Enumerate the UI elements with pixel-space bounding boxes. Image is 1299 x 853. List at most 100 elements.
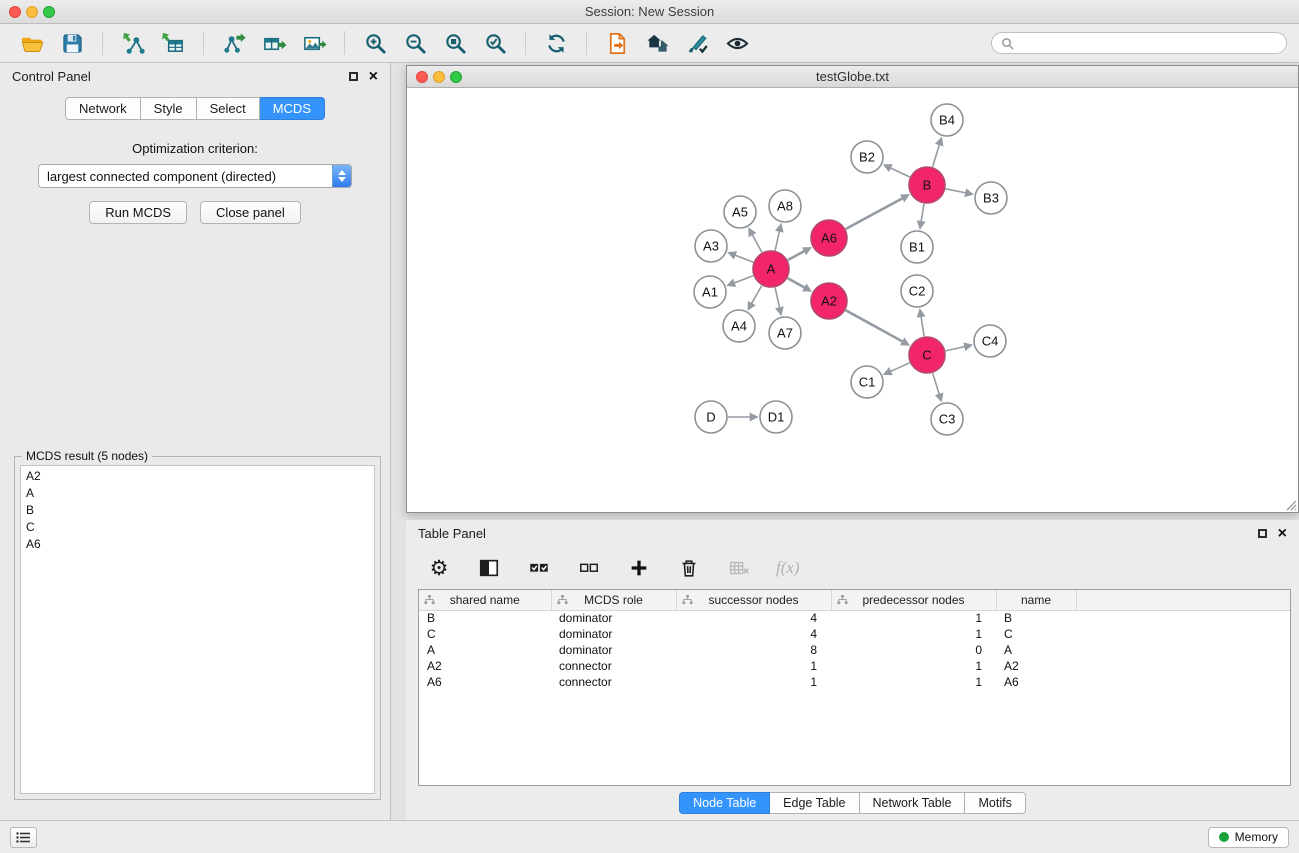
mcds-result-item[interactable]: C: [21, 519, 374, 536]
graph-edge[interactable]: [890, 363, 910, 372]
delete-column-button[interactable]: [676, 555, 702, 581]
export-network-button[interactable]: [219, 28, 249, 58]
table-cell[interactable]: 4: [676, 610, 831, 626]
table-cell[interactable]: A2: [419, 658, 551, 674]
network-zoom-button[interactable]: [450, 71, 462, 83]
graph-edge[interactable]: [890, 168, 910, 177]
graph-edge[interactable]: [946, 346, 966, 351]
table-row[interactable]: Bdominator41B: [419, 610, 1290, 626]
run-mcds-button[interactable]: Run MCDS: [89, 201, 187, 224]
zoom-out-button[interactable]: [400, 28, 430, 58]
network-graph[interactable]: AA2A6BCA1A3A4A5A7A8B1B2B3B4C1C2C3C4DD1: [407, 88, 1298, 512]
create-column-button[interactable]: [626, 555, 652, 581]
select-all-button[interactable]: [526, 555, 552, 581]
graphics-details-button[interactable]: [722, 28, 752, 58]
resize-grip[interactable]: [1284, 498, 1297, 511]
graph-node[interactable]: B3: [975, 182, 1007, 214]
table-cell[interactable]: 4: [676, 626, 831, 642]
close-window-button[interactable]: [9, 6, 21, 18]
table-cell[interactable]: A: [996, 642, 1076, 658]
graph-edge[interactable]: [775, 288, 780, 309]
table-cell[interactable]: dominator: [551, 610, 676, 626]
column-header-successor-nodes[interactable]: successor nodes: [676, 590, 831, 610]
table-cell[interactable]: 8: [676, 642, 831, 658]
table-settings-button[interactable]: ⚙: [426, 555, 452, 581]
graph-edge[interactable]: [788, 278, 806, 288]
mcds-result-item[interactable]: B: [21, 502, 374, 519]
column-header-shared-name[interactable]: shared name: [419, 590, 551, 610]
graph-edge[interactable]: [921, 316, 924, 337]
mcds-result-item[interactable]: A2: [21, 468, 374, 485]
graph-node[interactable]: A7: [769, 317, 801, 349]
table-cell[interactable]: 1: [676, 674, 831, 690]
graph-edge[interactable]: [751, 286, 762, 305]
import-document-button[interactable]: [602, 28, 632, 58]
table-close-panel-button[interactable]: ×: [1278, 526, 1287, 542]
graph-node[interactable]: C2: [901, 275, 933, 307]
mcds-result-item[interactable]: A: [21, 485, 374, 502]
tab-style[interactable]: Style: [141, 97, 197, 120]
style-brush-button[interactable]: [682, 28, 712, 58]
graph-node[interactable]: C3: [931, 403, 963, 435]
apply-layout-button[interactable]: [541, 28, 571, 58]
zoom-selected-button[interactable]: [480, 28, 510, 58]
graph-edge[interactable]: [752, 234, 762, 252]
table-row[interactable]: Cdominator41C: [419, 626, 1290, 642]
table-cell[interactable]: 1: [831, 658, 996, 674]
tab-motifs[interactable]: Motifs: [965, 792, 1025, 814]
table-cell[interactable]: A: [419, 642, 551, 658]
tab-mcds[interactable]: MCDS: [260, 97, 325, 120]
search-input[interactable]: [1020, 36, 1277, 50]
table-float-panel-button[interactable]: [1258, 529, 1267, 538]
network-overview-button[interactable]: [642, 28, 672, 58]
graph-node[interactable]: B4: [931, 104, 963, 136]
graph-node[interactable]: A1: [694, 276, 726, 308]
table-cell[interactable]: 1: [676, 658, 831, 674]
graph-edge[interactable]: [788, 251, 805, 260]
zoom-fit-button[interactable]: [440, 28, 470, 58]
graph-node[interactable]: A8: [769, 190, 801, 222]
statusbar-menu-button[interactable]: [10, 827, 37, 848]
zoom-window-button[interactable]: [43, 6, 55, 18]
tab-node-table[interactable]: Node Table: [679, 792, 770, 814]
graph-edge[interactable]: [775, 230, 780, 250]
column-header-predecessor-nodes[interactable]: predecessor nodes: [831, 590, 996, 610]
dropdown-stepper[interactable]: [332, 165, 351, 187]
graph-node-selected[interactable]: A2: [811, 283, 847, 319]
graph-node[interactable]: A3: [695, 230, 727, 262]
graph-node-selected[interactable]: A6: [811, 220, 847, 256]
panel-divider[interactable]: [406, 513, 1299, 520]
network-close-button[interactable]: [416, 71, 428, 83]
graph-node[interactable]: A5: [724, 196, 756, 228]
column-visibility-button[interactable]: [476, 555, 502, 581]
tab-select[interactable]: Select: [197, 97, 260, 120]
column-header-name[interactable]: name: [996, 590, 1076, 610]
import-table-button[interactable]: [158, 28, 188, 58]
tab-network-table[interactable]: Network Table: [860, 792, 966, 814]
delete-table-button[interactable]: [726, 555, 752, 581]
search-field[interactable]: [991, 32, 1287, 54]
table-cell[interactable]: dominator: [551, 626, 676, 642]
tab-edge-table[interactable]: Edge Table: [770, 792, 859, 814]
graph-node[interactable]: C1: [851, 366, 883, 398]
import-network-button[interactable]: [118, 28, 148, 58]
table-cell[interactable]: 1: [831, 626, 996, 642]
table-cell[interactable]: dominator: [551, 642, 676, 658]
table-row[interactable]: A6connector11A6: [419, 674, 1290, 690]
graph-edge[interactable]: [933, 144, 940, 167]
graph-edge[interactable]: [846, 198, 904, 229]
open-session-button[interactable]: [17, 28, 47, 58]
mcds-result-item[interactable]: A6: [21, 536, 374, 553]
save-session-button[interactable]: [57, 28, 87, 58]
table-cell[interactable]: A6: [419, 674, 551, 690]
export-table-button[interactable]: [259, 28, 289, 58]
graph-edge[interactable]: [734, 255, 753, 262]
network-minimize-button[interactable]: [433, 71, 445, 83]
graph-node[interactable]: C4: [974, 325, 1006, 357]
graph-edge[interactable]: [946, 189, 967, 193]
deselect-all-button[interactable]: [576, 555, 602, 581]
table-cell[interactable]: B: [419, 610, 551, 626]
table-cell[interactable]: C: [996, 626, 1076, 642]
table-row[interactable]: Adominator80A: [419, 642, 1290, 658]
graph-edge[interactable]: [733, 276, 753, 284]
